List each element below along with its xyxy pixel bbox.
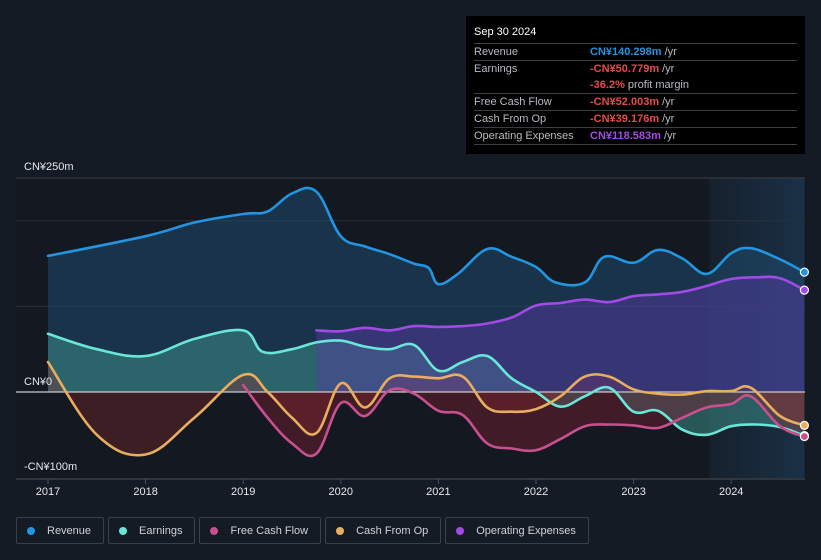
tooltip-row-free-cash-flow: Free Cash Flow -CN¥52.003m/yr [474,94,797,111]
tooltip-row-suffix: /yr [663,130,677,142]
legend-item-earnings[interactable]: Earnings [108,517,196,544]
tooltip-row-label: Cash From Op [474,113,547,125]
x-tick-label: 2017 [36,486,60,498]
x-tick-label: 2024 [719,486,743,498]
legend-dot-icon [27,526,35,535]
x-tick-label: 2020 [329,486,353,498]
tooltip-row-earnings: Earnings -CN¥50.779m/yr [474,61,797,77]
tooltip-row-label: Earnings [474,63,518,75]
x-tick-label: 2018 [133,486,157,498]
y-tick-label: -CN¥100m [24,461,77,473]
end-marker-operating-expenses [799,285,810,295]
legend-dot-icon [119,526,128,535]
legend-label: Earnings [139,524,183,537]
tooltip-row-suffix: profit margin [627,79,689,91]
tooltip-panel: Sep 30 2024 Revenue CN¥140.298m/yr Earning… [466,16,805,154]
legend: Revenue Earnings Free Cash Flow Cash From O… [16,517,589,544]
tooltip-row-suffix: /yr [662,63,675,75]
legend-label: Free Cash Flow [230,524,309,537]
end-marker-revenue [799,267,810,277]
tooltip-row-label: Revenue [474,46,519,58]
legend-dot-icon [336,526,345,535]
tooltip-row-suffix: /yr [662,96,675,108]
tooltip-row-value: CN¥118.583m [590,130,661,142]
end-marker-free-cash-flow [799,431,810,442]
tooltip-row-value: CN¥140.298m [590,46,662,58]
x-tick-label: 2022 [524,486,548,498]
legend-label: Cash From Op [356,524,429,537]
legend-item-operating-expenses[interactable]: Operating Expenses [445,517,589,544]
legend-item-revenue[interactable]: Revenue [16,517,105,544]
legend-label: Operating Expenses [476,524,576,537]
legend-item-free-cash-flow[interactable]: Free Cash Flow [199,517,322,544]
tooltip-row-value: -CN¥52.003m [590,96,660,108]
legend-dot-icon [210,526,219,535]
y-tick-label: CN¥250m [24,161,74,173]
tooltip-row-suffix: /yr [662,113,675,125]
tooltip-row-profit-margin: -36.2% profit margin [474,77,797,94]
tooltip-row-operating-expenses: Operating Expenses CN¥118.583m/yr [474,128,797,145]
end-marker-cash-from-op [799,420,810,430]
tooltip-row-value: -36.2% [590,79,625,91]
x-tick-label: 2021 [426,486,450,498]
x-tick-label: 2023 [621,486,645,498]
legend-item-cash-from-op[interactable]: Cash From Op [325,517,442,544]
x-tick-label: 2019 [231,486,255,498]
legend-dot-icon [456,526,465,535]
tooltip-row-revenue: Revenue CN¥140.298m/yr [474,44,797,61]
tooltip-date: Sep 30 2024 [474,24,797,44]
tooltip-row-label [474,77,590,93]
legend-label: Revenue [47,524,92,537]
tooltip-row-value: -CN¥39.176m [590,113,660,125]
tooltip-row-suffix: /yr [664,46,677,58]
y-tick-label: CN¥0 [24,376,52,388]
tooltip-row-label: Free Cash Flow [474,96,552,108]
tooltip-row-label: Operating Expenses [474,130,574,142]
tooltip-row-cash-from-op: Cash From Op -CN¥39.176m/yr [474,111,797,128]
tooltip-row-value: -CN¥50.779m [590,63,660,75]
